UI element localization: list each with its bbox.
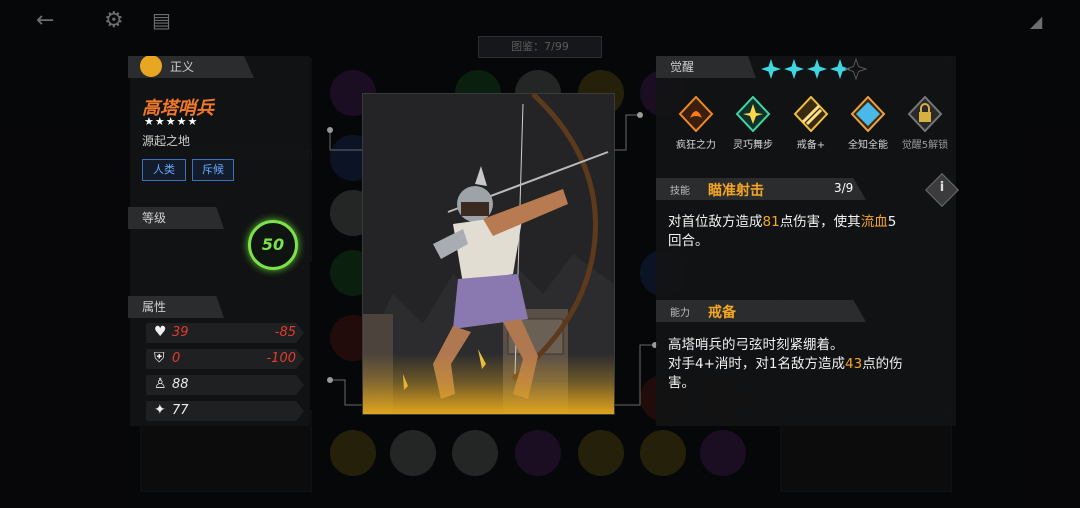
hero-portrait-card [362, 93, 615, 415]
guard-icon[interactable] [793, 95, 829, 133]
rage-icon[interactable] [678, 95, 714, 133]
ability-header: 能力 戒备 [656, 300, 866, 322]
ability-type-label: 能力 [670, 308, 690, 319]
skill-count: 3/9 [834, 181, 854, 195]
desc-text: 对手4+消时，对1名敌方造成 [668, 356, 845, 372]
ability-name: 戒备 [708, 305, 736, 321]
desc-highlight: 43 [845, 356, 863, 372]
awaken-star-icon [761, 59, 781, 79]
ability-description: 高塔哨兵的弓弦时刻紧绷着。 对手4+消时，对1名敌方造成43点的伤害。 [668, 336, 953, 393]
skill-description: 对首位敌方造成81点伤害，使其流血5 回合。 [668, 213, 943, 251]
desc-highlight: 流血 [860, 214, 888, 230]
awakening-header: 觉醒 [656, 56, 756, 78]
card-rarity-glow [363, 354, 614, 414]
desc-text: 5 [887, 214, 897, 230]
skill-type-label: 技能 [670, 186, 690, 197]
desc-text: 点的伤 [862, 356, 903, 372]
desc-text: 高塔哨兵的弓弦时刻紧绷着。 [668, 337, 844, 353]
desc-text: 害。 [668, 375, 695, 391]
lock-icon[interactable] [907, 95, 943, 133]
desc-text: 回合。 [668, 233, 709, 249]
desc-text: 点伤害，使其 [779, 214, 861, 230]
skill-header: 技能 瞄准射击 3/9 [656, 178, 866, 200]
awaken-star-empty-icon [845, 58, 867, 80]
awaken-star-icon [784, 59, 804, 79]
desc-text: 对首位敌方造成 [668, 214, 763, 230]
awakening-label: 觉醒 [670, 60, 695, 74]
dance-icon[interactable] [735, 95, 771, 133]
awaken-star-icon [807, 59, 827, 79]
skill-name: 瞄准射击 [708, 183, 764, 199]
desc-highlight: 81 [762, 214, 780, 230]
omniscience-icon[interactable] [850, 95, 886, 133]
skill-label-locked: 觉醒5解锁 [901, 140, 949, 151]
